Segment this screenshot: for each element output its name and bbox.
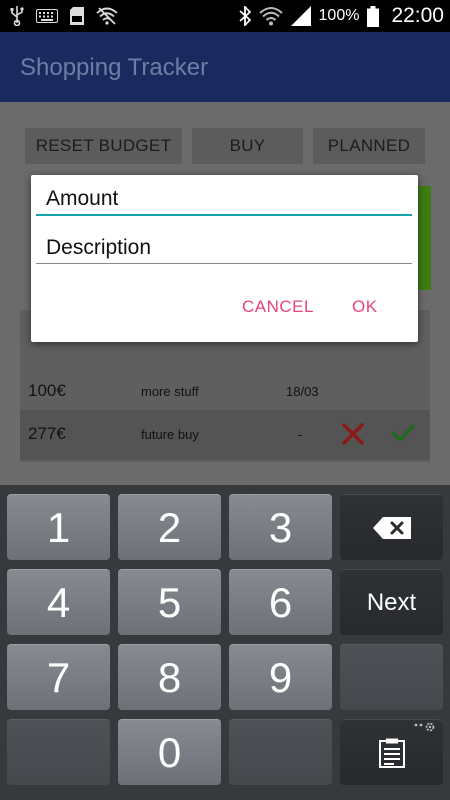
clipboard-key[interactable] — [340, 719, 443, 785]
key-0[interactable]: 0 — [118, 719, 221, 785]
usb-icon — [10, 6, 24, 26]
add-purchase-dialog: CANCEL OK — [31, 175, 418, 342]
amount-field[interactable] — [36, 184, 412, 216]
backspace-icon — [372, 516, 411, 539]
wifi-icon — [258, 7, 283, 26]
key-3[interactable]: 3 — [229, 494, 332, 560]
key-2[interactable]: 2 — [118, 494, 221, 560]
blank-key — [340, 644, 443, 710]
reset-budget-button[interactable]: RESET BUDGET — [25, 128, 182, 164]
key-9[interactable]: 9 — [229, 644, 332, 710]
confirm-check-icon[interactable] — [391, 424, 415, 442]
backspace-key[interactable] — [340, 494, 443, 560]
clipboard-icon — [378, 738, 405, 768]
blank-key — [229, 719, 332, 785]
description-field[interactable] — [36, 232, 412, 264]
buy-button[interactable]: BUY — [192, 128, 303, 164]
key-5[interactable]: 5 — [118, 569, 221, 635]
keyboard-icon — [36, 9, 58, 23]
battery-icon — [367, 5, 380, 27]
clock: 22:00 — [391, 4, 444, 27]
delete-icon[interactable] — [342, 423, 364, 445]
wifi-off-icon — [96, 7, 118, 25]
battery-percent: 100% — [318, 7, 360, 24]
key-7[interactable]: 7 — [7, 644, 110, 710]
key-4[interactable]: 4 — [7, 569, 110, 635]
status-bar: 100% 22:00 — [0, 0, 450, 32]
signal-icon — [290, 6, 311, 26]
item-amount: 100€ — [28, 381, 66, 400]
item-description: more stuff — [141, 384, 199, 399]
planned-button[interactable]: PLANNED — [313, 128, 425, 164]
bluetooth-icon — [238, 6, 251, 26]
numeric-keyboard: 1 2 3 4 5 6 Next 7 8 9 0 — [0, 485, 450, 800]
blank-key — [7, 719, 110, 785]
action-bar: Shopping Tracker — [0, 32, 450, 102]
item-amount: 277€ — [28, 424, 66, 443]
key-8[interactable]: 8 — [118, 644, 221, 710]
key-6[interactable]: 6 — [229, 569, 332, 635]
list-item[interactable]: 277€ future buy - — [20, 410, 430, 460]
settings-gear-icon — [414, 722, 435, 732]
item-description: future buy — [141, 427, 199, 442]
sd-card-icon — [70, 7, 84, 25]
ok-button[interactable]: OK — [352, 297, 378, 317]
app-title: Shopping Tracker — [20, 54, 209, 81]
next-key[interactable]: Next — [340, 569, 443, 635]
cancel-button[interactable]: CANCEL — [242, 297, 314, 317]
item-date: 18/03 — [286, 384, 319, 399]
item-date: - — [298, 427, 303, 442]
key-1[interactable]: 1 — [7, 494, 110, 560]
budget-panel — [417, 186, 431, 290]
